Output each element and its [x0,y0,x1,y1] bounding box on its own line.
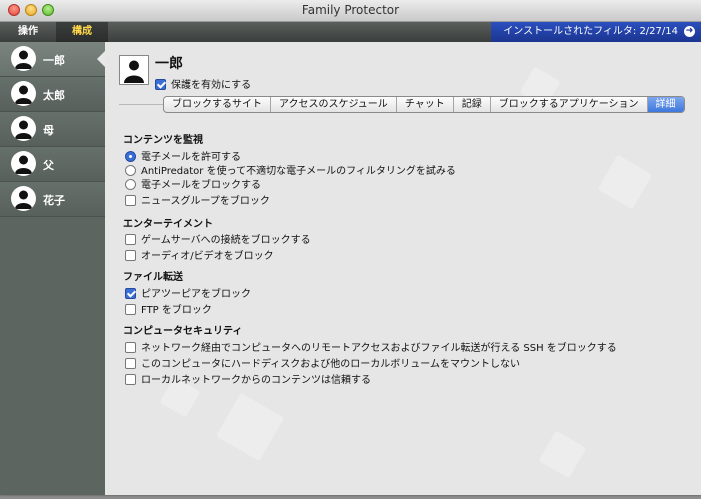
tab-logs[interactable]: 記録 [454,97,491,112]
checkbox-block-ssh-label: ネットワーク経由でコンピュータへのリモートアクセスおよびファイル転送が行える S… [141,343,617,354]
sidebar-user-name: 一郎 [43,54,65,67]
tab-chat[interactable]: チャット [397,97,454,112]
radio-button[interactable] [125,164,136,176]
person-silhouette-icon [124,60,144,83]
person-silhouette-icon [11,186,36,211]
enable-protection-checkbox[interactable]: 保護を有効にする [155,76,251,91]
radio-allow-email[interactable]: 電子メールを許可する [125,148,241,163]
user-sidebar: 一郎 太郎 母 父 花子 [0,42,106,495]
sidebar-user-hanako[interactable]: 花子 [0,182,105,217]
tab-blocked-apps[interactable]: ブロックするアプリケーション [491,97,648,112]
tab-access-schedule[interactable]: アクセスのスケジュール [271,97,397,112]
sidebar-user-ichiro[interactable]: 一郎 [0,42,106,77]
section-computer-security: コンピュータセキュリティ [123,326,243,337]
decorative-cube [215,392,285,462]
app-window: Family Protector 操作 構成 インストールされたフィルタ: 2/… [0,0,701,495]
sidebar-user-name: 太郎 [43,89,65,102]
person-silhouette-icon [11,46,36,71]
tab-advanced[interactable]: 詳細 [647,97,684,112]
checkbox-block-audio-video-label: オーディオ/ビデオをブロック [141,251,274,262]
checkbox-box[interactable] [125,233,136,245]
person-silhouette-icon [11,81,36,106]
enable-protection-label: 保護を有効にする [171,80,252,91]
radio-filter-email[interactable]: AntiPredator を使って不適切な電子メールのフィルタリングを試みる [125,162,456,177]
toolbar: 操作 構成 インストールされたフィルタ: 2/27/14 ➜ [0,22,701,42]
checkbox-box[interactable] [125,357,136,369]
section-file-transfer: ファイル転送 [123,272,183,283]
checkbox-no-mount-label: このコンピュータにハードディスクおよび他のローカルボリュームをマウントしない [141,359,520,370]
section-entertainment: エンターテイメント [123,219,213,230]
radio-button[interactable] [125,178,136,190]
checkbox-block-game-servers-label: ゲームサーバへの接続をブロックする [141,235,311,246]
sidebar-user-mother[interactable]: 母 [0,112,105,147]
sidebar-user-name: 父 [43,159,54,172]
checkbox-block-game-servers[interactable]: ゲームサーバへの接続をブロックする [125,231,311,246]
radio-block-email[interactable]: 電子メールをブロックする [125,176,261,191]
checkbox-block-ftp[interactable]: FTP をブロック [125,301,212,316]
filter-status[interactable]: インストールされたフィルタ: 2/27/14 ➜ [491,22,701,42]
sidebar-user-taro[interactable]: 太郎 [0,77,105,112]
filter-status-label: インストールされたフィルタ: 2/27/14 [503,26,678,37]
checkbox-block-ftp-label: FTP をブロック [141,305,212,316]
main-content: 一郎 保護を有効にする ブロックするサイト アクセスのスケジュール チャット 記… [105,42,701,495]
checkbox-box[interactable] [125,373,136,385]
checkbox-block-p2p[interactable]: ピアツーピアをブロック [125,285,251,300]
sidebar-user-father[interactable]: 父 [0,147,105,182]
checkbox-trust-local[interactable]: ローカルネットワークからのコンテンツは信頼する [125,371,371,386]
person-silhouette-icon [11,151,36,176]
checkbox-box[interactable] [125,249,136,261]
checkbox-block-audio-video[interactable]: オーディオ/ビデオをブロック [125,247,274,262]
title-bar: Family Protector [0,0,701,22]
checkbox-block-newsgroups-label: ニュースグループをブロック [141,196,270,207]
profile-avatar [119,55,149,85]
profile-name: 一郎 [155,56,183,72]
checkbox-trust-local-label: ローカルネットワークからのコンテンツは信頼する [141,375,371,386]
sidebar-user-name: 花子 [43,194,65,207]
tab-bar: ブロックするサイト アクセスのスケジュール チャット 記録 ブロックするアプリケ… [163,96,685,113]
checkbox-block-newsgroups[interactable]: ニュースグループをブロック [125,192,270,207]
window-title: Family Protector [301,3,400,17]
decorative-cube [597,154,653,210]
checkbox-no-mount[interactable]: このコンピュータにハードディスクおよび他のローカルボリュームをマウントしない [125,355,520,370]
radio-block-email-label: 電子メールをブロックする [141,180,261,191]
section-content-monitoring: コンテンツを監視 [123,135,203,146]
arrow-right-circle-icon[interactable]: ➜ [684,25,695,37]
checkbox-box[interactable] [125,194,136,206]
tab-operations[interactable]: 操作 [0,22,56,42]
checkbox-box[interactable] [155,78,166,90]
decorative-cube [538,430,587,479]
tab-config[interactable]: 構成 [56,22,108,42]
checkbox-block-p2p-label: ピアツーピアをブロック [141,289,251,300]
checkbox-box[interactable] [125,287,136,299]
checkbox-block-ssh[interactable]: ネットワーク経由でコンピュータへのリモートアクセスおよびファイル転送が行える S… [125,339,617,354]
person-silhouette-icon [11,116,36,141]
radio-button[interactable] [125,150,136,162]
tab-blocked-sites[interactable]: ブロックするサイト [164,97,271,112]
checkbox-box[interactable] [125,341,136,353]
sidebar-user-name: 母 [43,124,54,137]
checkbox-box[interactable] [125,303,136,315]
